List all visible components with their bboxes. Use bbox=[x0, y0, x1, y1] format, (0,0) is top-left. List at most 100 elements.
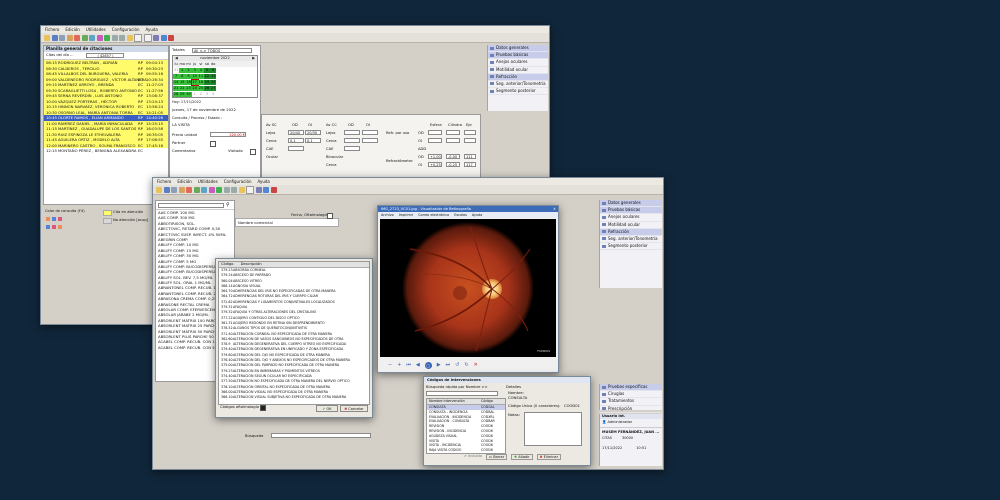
cerca-od-field[interactable]: 0,1 bbox=[288, 138, 304, 143]
diag-code-header[interactable]: Código bbox=[219, 262, 233, 266]
nav-item[interactable]: Refracción bbox=[488, 73, 548, 81]
exit-icon[interactable] bbox=[168, 34, 174, 41]
legend-swatch-3[interactable] bbox=[58, 217, 62, 221]
nav-item[interactable]: Cirugías bbox=[600, 391, 662, 399]
diag-cancel-button[interactable]: ✖ Cancelar bbox=[340, 405, 368, 412]
notes-field[interactable] bbox=[524, 412, 582, 446]
legend-swatch-5[interactable] bbox=[52, 225, 56, 229]
print-icon[interactable] bbox=[59, 34, 65, 41]
tools-icon[interactable] bbox=[255, 186, 262, 193]
partner-checkbox[interactable] bbox=[210, 141, 216, 147]
lens-icon[interactable] bbox=[208, 186, 215, 193]
nav-item[interactable]: Anejos oculares bbox=[488, 59, 548, 67]
open-icon[interactable] bbox=[156, 186, 162, 193]
menu-fichero-2[interactable]: Fichero bbox=[157, 179, 171, 184]
diag-codes-checkbox[interactable] bbox=[260, 405, 266, 411]
close-icon[interactable]: ✕ bbox=[553, 206, 556, 212]
date-field[interactable]: ( 42857 ) bbox=[86, 53, 124, 58]
intervention-row[interactable]: RAJA VISITA CODIGO COOD6 bbox=[427, 448, 505, 453]
calendar-icon[interactable] bbox=[74, 34, 80, 41]
menu-configuracion-2[interactable]: Configuración bbox=[224, 179, 252, 184]
chart-icon[interactable] bbox=[193, 186, 200, 193]
fit-icon[interactable]: ▢ bbox=[424, 361, 432, 369]
price-field[interactable]: 220,00 € bbox=[210, 132, 246, 137]
tools-icon[interactable] bbox=[153, 34, 159, 41]
visited-checkbox[interactable] bbox=[250, 149, 256, 155]
cerca-oi-field[interactable]: 0,1 bbox=[305, 138, 321, 143]
eye-icon[interactable] bbox=[89, 34, 95, 41]
nav-item[interactable]: Pruebas específicas bbox=[600, 384, 662, 392]
nav-item[interactable]: Prescripción bbox=[600, 406, 662, 413]
appointment-row[interactable]: 12:15 MONTAÑO PÉREZ , BENIGNA ALEXANDRA EC bbox=[44, 148, 168, 154]
refm-od-eje[interactable]: 111 bbox=[464, 154, 476, 159]
eliminar-button[interactable]: ✖ Eliminar bbox=[536, 454, 562, 460]
prev-month-icon[interactable]: ◀ bbox=[175, 56, 178, 61]
nav-item[interactable]: Seg. anterior/Tonometría bbox=[600, 236, 662, 244]
incluido-button[interactable]: ✔ Incluido bbox=[464, 454, 482, 460]
menu-edicion[interactable]: Edición bbox=[65, 27, 79, 32]
refm-od-esf[interactable]: +1,00 bbox=[428, 154, 442, 159]
fundus-tab-correo[interactable]: Correo electrónico bbox=[418, 212, 449, 218]
folder-icon[interactable] bbox=[126, 34, 133, 41]
legend-swatch-2[interactable] bbox=[52, 217, 56, 221]
rotate-left-icon[interactable]: ↺ bbox=[455, 362, 459, 368]
lens-icon[interactable] bbox=[96, 34, 103, 41]
cerca-cc-od-field[interactable] bbox=[344, 138, 360, 143]
menu-configuracion[interactable]: Configuración bbox=[112, 27, 140, 32]
diag-desc-header[interactable]: Descripción bbox=[235, 262, 262, 266]
next-icon[interactable]: ▶ bbox=[437, 362, 441, 368]
nav-item[interactable]: Pruebas básicas bbox=[600, 207, 662, 215]
lejos-oi-field[interactable]: 20/30 bbox=[305, 130, 321, 135]
ref-oi-esf[interactable] bbox=[428, 138, 442, 143]
globe-icon[interactable] bbox=[216, 186, 222, 193]
help-icon[interactable] bbox=[160, 34, 167, 41]
redo-icon[interactable] bbox=[231, 186, 237, 193]
user-icon[interactable] bbox=[178, 186, 185, 193]
help-icon[interactable] bbox=[263, 186, 269, 193]
fundus-image-area[interactable]: FUNDUS bbox=[380, 219, 556, 357]
save-icon[interactable] bbox=[51, 34, 58, 41]
lejos-cc-oi-field[interactable] bbox=[362, 130, 378, 135]
refm-od-cil[interactable]: -0,00 bbox=[446, 154, 460, 159]
busqueda-input[interactable] bbox=[271, 433, 371, 438]
quick-search-input[interactable] bbox=[426, 391, 498, 396]
nav-item[interactable]: Anejos oculares bbox=[600, 214, 662, 222]
drug-search-input[interactable] bbox=[158, 202, 224, 208]
ref-oi-cil[interactable] bbox=[446, 138, 460, 143]
menu-utilidades-2[interactable]: Utilidades bbox=[198, 179, 218, 184]
lejos-od-field[interactable]: 20/40 bbox=[288, 130, 304, 135]
refm-oi-eje[interactable]: 117 bbox=[464, 162, 476, 167]
menu-ayuda[interactable]: Ayuda bbox=[145, 27, 157, 32]
calendar-day[interactable]: 4 bbox=[210, 92, 217, 97]
lejos-cc-od-field[interactable] bbox=[344, 130, 360, 135]
undo-icon[interactable] bbox=[111, 34, 118, 41]
cae-od-field[interactable] bbox=[288, 146, 304, 151]
eye-icon[interactable] bbox=[201, 186, 207, 193]
legend-swatch-1[interactable] bbox=[46, 217, 50, 221]
cerca-cc-oi-field[interactable] bbox=[362, 138, 378, 143]
nav-item[interactable]: Tratamientos bbox=[600, 398, 662, 406]
fundus-tab-ayuda[interactable]: Ayuda bbox=[472, 212, 482, 218]
next-month-icon[interactable]: ▶ bbox=[252, 56, 255, 61]
codes-code-header[interactable]: Código bbox=[481, 399, 493, 404]
menu-ayuda-2[interactable]: Ayuda bbox=[257, 179, 269, 184]
refm-oi-esf[interactable]: +0,25 bbox=[428, 162, 442, 167]
nav-item[interactable]: Datos generales bbox=[488, 45, 548, 53]
nav-item[interactable]: Datos generales bbox=[600, 200, 662, 208]
doc2-icon[interactable] bbox=[143, 33, 152, 42]
legend-swatch-4[interactable] bbox=[46, 225, 50, 229]
diag-ok-button[interactable]: ✔ OK bbox=[316, 405, 338, 412]
zoom-in-icon[interactable]: + bbox=[397, 362, 401, 368]
menu-fichero[interactable]: Fichero bbox=[45, 27, 59, 32]
last-icon[interactable]: ⏭ bbox=[446, 362, 451, 368]
doc-icon[interactable] bbox=[134, 33, 142, 42]
prev-icon[interactable]: ◀ bbox=[416, 362, 420, 368]
rotate-right-icon[interactable]: ↻ bbox=[464, 362, 468, 368]
fundus-tab-imprimir[interactable]: Imprimir bbox=[399, 212, 413, 218]
first-icon[interactable]: ⏮ bbox=[406, 362, 411, 368]
fundus-tab-escalas[interactable]: Escalas bbox=[454, 212, 467, 218]
chart-icon[interactable] bbox=[81, 34, 88, 41]
nav-item[interactable]: Motilidad ocular bbox=[488, 67, 548, 74]
diagnosis-row[interactable]: 368.10 ALTERACION VISUAL SUBJETIVA NO ESP… bbox=[219, 395, 369, 400]
ref-od-esf[interactable] bbox=[428, 130, 442, 135]
